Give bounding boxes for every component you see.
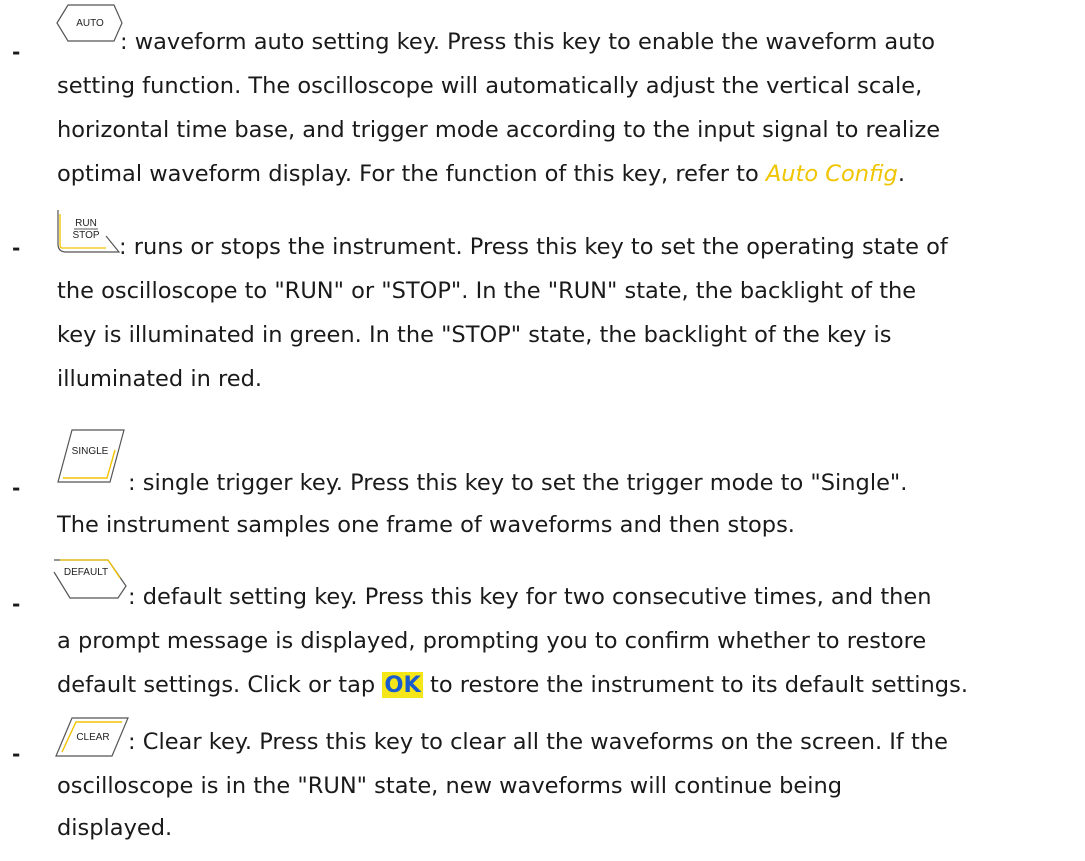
auto-key-icon: AUTO <box>54 2 126 44</box>
bullet-dash: - <box>12 476 21 500</box>
single-key-icon: SINGLE <box>56 428 126 484</box>
text-line: : Clear key. Press this key to clear all… <box>128 729 948 755</box>
text-line: displayed. <box>57 815 173 841</box>
svg-text:SINGLE: SINGLE <box>72 446 109 457</box>
svg-text:RUN: RUN <box>75 218 97 229</box>
bullet-dash: - <box>12 40 21 64</box>
text-line: : single trigger key. Press this key to … <box>128 470 908 496</box>
text-line: key is illuminated in green. In the "STO… <box>57 322 892 348</box>
text-line: : runs or stops the instrument. Press th… <box>119 234 948 260</box>
bullet-dash: - <box>12 592 21 616</box>
auto-config-link[interactable]: Auto Config <box>766 161 898 187</box>
default-key-icon: DEFAULT <box>52 558 130 604</box>
clear-key-icon: CLEAR <box>54 716 130 758</box>
text-line: a prompt message is displayed, prompting… <box>57 628 927 654</box>
svg-text:AUTO: AUTO <box>76 18 104 29</box>
svg-text:DEFAULT: DEFAULT <box>64 567 108 578</box>
bullet-dash: - <box>12 236 21 260</box>
text-line: the oscilloscope to "RUN" or "STOP". In … <box>57 278 917 304</box>
run-stop-key-icon: RUN STOP <box>56 208 122 256</box>
text-line: illuminated in red. <box>57 366 263 392</box>
svg-text:CLEAR: CLEAR <box>76 732 109 743</box>
text-line: oscilloscope is in the "RUN" state, new … <box>57 773 843 799</box>
text-line: default settings. Click or tap OK to res… <box>57 672 968 698</box>
ok-label: OK <box>382 672 423 698</box>
text-line: setting function. The oscilloscope will … <box>57 73 923 99</box>
text-line: optimal waveform display. For the functi… <box>57 161 905 187</box>
text-line: The instrument samples one frame of wave… <box>57 512 795 538</box>
bullet-dash: - <box>12 742 21 766</box>
svg-text:STOP: STOP <box>72 230 99 241</box>
text-line: : default setting key. Press this key fo… <box>128 584 932 610</box>
text-line: : waveform auto setting key. Press this … <box>120 29 936 55</box>
text-line: horizontal time base, and trigger mode a… <box>57 117 941 143</box>
